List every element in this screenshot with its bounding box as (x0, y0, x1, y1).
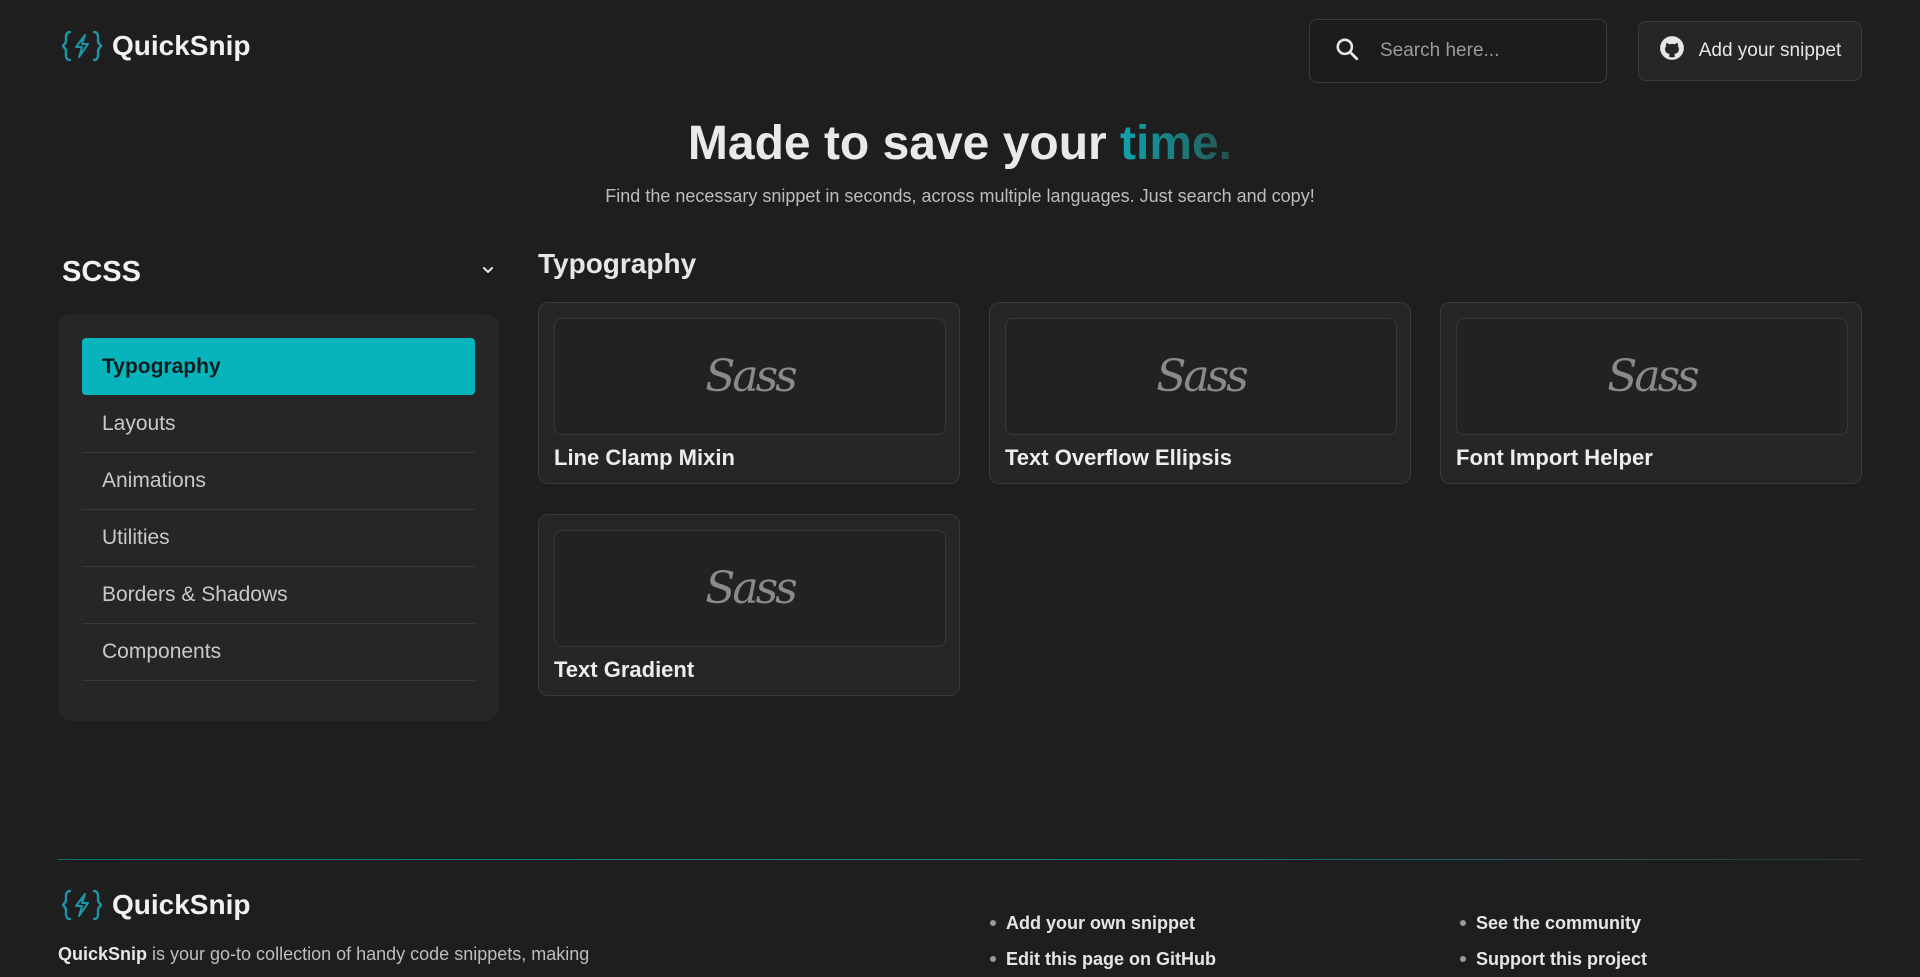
footer-link-community[interactable]: See the community (1460, 905, 1647, 941)
snippet-title: Text Overflow Ellipsis (1005, 445, 1232, 470)
search-box[interactable] (1309, 19, 1607, 83)
footer-divider (58, 859, 1862, 860)
sass-logo-icon: Sass (705, 351, 798, 402)
github-icon (1659, 35, 1685, 67)
sass-logo-icon: Sass (1607, 351, 1700, 402)
category-sidebar: Typography Layouts Animations Utilities … (58, 314, 499, 721)
snippet-thumbnail: Sass (554, 530, 946, 647)
footer-desc-brand: QuickSnip (58, 944, 148, 964)
header: QuickSnip Add your snippet (0, 0, 1920, 100)
footer-link-support[interactable]: Support this project (1460, 941, 1647, 977)
snippet-thumbnail: Sass (554, 318, 946, 435)
category-item-typography[interactable]: Typography (82, 338, 475, 395)
snippet-title: Text Gradient (554, 657, 695, 682)
footer-link-edit-github[interactable]: Edit this page on GitHub (990, 941, 1216, 977)
sass-logo-icon: Sass (705, 563, 798, 614)
snippet-thumbnail: Sass (1005, 318, 1397, 435)
snippet-card[interactable]: Sass Line Clamp Mixin (538, 302, 960, 484)
footer-links-col2: See the community Support this project (1460, 905, 1647, 977)
snippet-card[interactable]: Sass Font Import Helper (1440, 302, 1862, 484)
language-label: SCSS (62, 255, 141, 288)
category-item-components[interactable]: Components (82, 624, 475, 681)
snippet-title: Font Import Helper (1456, 445, 1653, 470)
hero-subtitle: Find the necessary snippet in seconds, a… (605, 186, 1315, 206)
snippet-thumbnail: Sass (1456, 318, 1848, 435)
footer-logo[interactable]: QuickSnip (60, 887, 250, 923)
footer-desc-text: is your go-to collection of handy code s… (147, 944, 590, 964)
logo-text: QuickSnip (112, 30, 251, 61)
sass-logo-icon: Sass (1156, 351, 1249, 402)
search-icon (1334, 36, 1360, 67)
add-snippet-button[interactable]: Add your snippet (1638, 21, 1862, 81)
category-item-utilities[interactable]: Utilities (82, 510, 475, 567)
logo[interactable]: QuickSnip (60, 28, 250, 64)
add-snippet-label: Add your snippet (1698, 40, 1842, 61)
footer-logo-text: QuickSnip (112, 889, 251, 920)
chevron-down-icon (480, 262, 496, 283)
footer-link-add-snippet[interactable]: Add your own snippet (990, 905, 1216, 941)
language-select[interactable]: SCSS (62, 252, 496, 292)
search-input[interactable] (1378, 39, 1598, 63)
snippet-title: Line Clamp Mixin (554, 445, 735, 470)
category-item-layouts[interactable]: Layouts (82, 396, 475, 453)
hero-title-accent: time. (1120, 117, 1233, 170)
section-title: Typography (538, 248, 697, 279)
code-bolt-icon (60, 28, 104, 64)
code-bolt-icon (60, 887, 104, 923)
category-item-animations[interactable]: Animations (82, 453, 475, 510)
hero-title: Made to save your time. (0, 116, 1920, 171)
snippet-card[interactable]: Sass Text Gradient (538, 514, 960, 696)
hero-title-prefix: Made to save your (687, 117, 1121, 170)
category-item-borders-shadows[interactable]: Borders & Shadows (82, 567, 475, 624)
snippet-card[interactable]: Sass Text Overflow Ellipsis (989, 302, 1411, 484)
footer-links-col1: Add your own snippet Edit this page on G… (990, 905, 1216, 977)
